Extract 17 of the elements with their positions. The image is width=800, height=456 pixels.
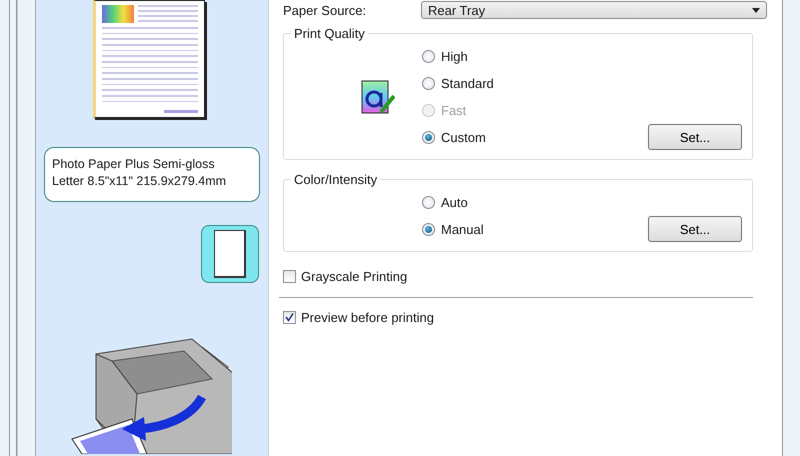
radio-option[interactable]: Custom [422, 124, 648, 151]
paper-source-label: Paper Source: [283, 2, 368, 18]
paper-source-dropdown[interactable]: Rear Tray [421, 1, 767, 19]
dropdown-arrow-icon [752, 8, 760, 12]
set-button[interactable]: Set... [648, 124, 742, 150]
checkbox-option[interactable]: Grayscale Printing [283, 269, 753, 284]
paper-info-text: Photo Paper Plus Semi-gloss Letter 8.5"x11" 215.9x279.4mm [44, 147, 260, 202]
portrait-orientation-icon[interactable] [201, 225, 259, 283]
radio-option[interactable]: Standard [422, 70, 648, 97]
checkbox-option[interactable]: Preview before printing [283, 310, 753, 325]
set-button[interactable]: Set... [648, 216, 742, 242]
group-title: Color/Intensity [293, 172, 378, 187]
checkmark-icon [285, 313, 294, 322]
radio-option[interactable]: Manual [422, 216, 648, 243]
radio-option[interactable]: Auto [422, 189, 648, 216]
radio-option[interactable]: High [422, 43, 648, 70]
group-title: Print Quality [293, 26, 366, 41]
